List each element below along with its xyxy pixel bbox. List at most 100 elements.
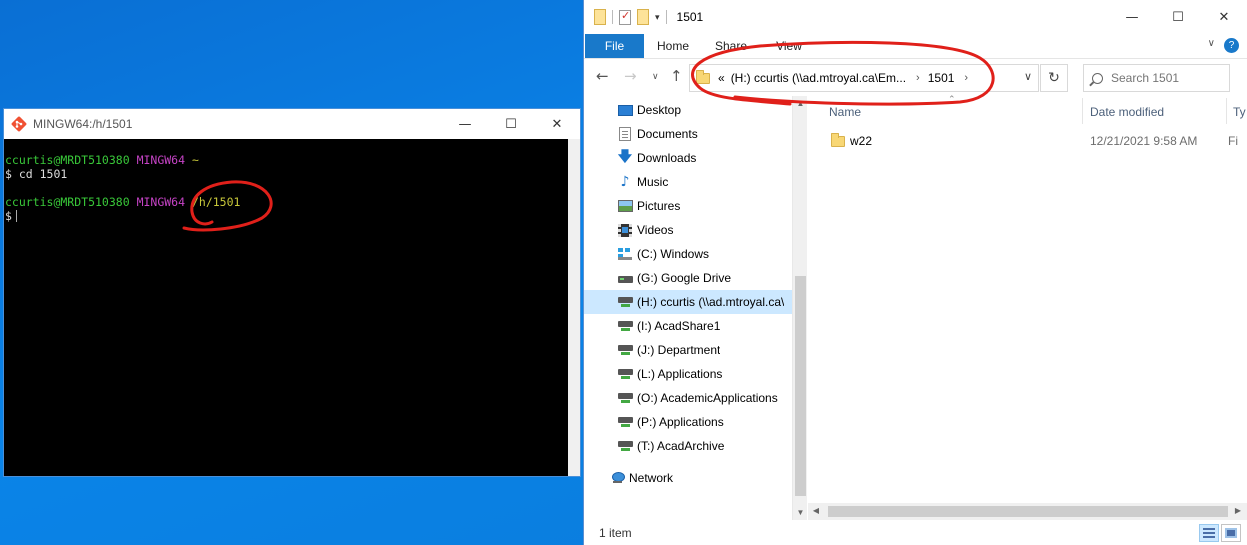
nav-item-g-drive[interactable]: (G:) Google Drive: [584, 266, 792, 290]
file-date: 12/21/2021 9:58 AM: [1090, 134, 1198, 148]
file-name: w22: [850, 134, 873, 148]
nav-item-pictures[interactable]: Pictures: [584, 194, 792, 218]
details-view-button[interactable]: [1199, 524, 1219, 542]
terminal-output[interactable]: ccurtis@MRDT510380 MINGW64 ~ $ cd 1501 ccu…: [4, 139, 568, 476]
nav-item-i-drive[interactable]: (I:) AcadShare1: [584, 314, 792, 338]
window-title: 1501: [676, 10, 704, 24]
tab-share[interactable]: Share: [702, 34, 760, 58]
documents-icon: [619, 127, 631, 141]
scroll-up-icon[interactable]: ▲: [793, 99, 808, 108]
back-arrow-icon[interactable]: ←: [596, 67, 609, 85]
nav-item-t-drive[interactable]: (T:) AcadArchive: [584, 434, 792, 458]
close-icon[interactable]: ✕: [534, 109, 580, 139]
network-drive-icon: [617, 416, 633, 428]
nav-item-downloads[interactable]: 🡇 Downloads: [584, 146, 792, 170]
breadcrumb-drive[interactable]: (H:) ccurtis (\\ad.mtroyal.ca\Em...: [731, 71, 906, 85]
address-bar[interactable]: « (H:) ccurtis (\\ad.mtroyal.ca\Em... › …: [689, 64, 1039, 92]
new-folder-icon[interactable]: [637, 9, 649, 25]
scroll-right-icon[interactable]: ▶: [1233, 506, 1243, 515]
desktop-icon: [617, 104, 633, 116]
refresh-button[interactable]: ↻: [1040, 64, 1068, 92]
search-box[interactable]: [1083, 64, 1230, 92]
explorer-titlebar[interactable]: ▾ 1501 — ☐ ✕: [584, 0, 1247, 34]
column-date-modified[interactable]: Date modified: [1090, 105, 1164, 119]
scrollbar-thumb[interactable]: [828, 506, 1228, 517]
chevron-down-icon[interactable]: ∨: [1024, 70, 1032, 83]
prompt-user: ccurtis@MRDT510380: [5, 195, 130, 209]
minimize-icon[interactable]: —: [442, 109, 488, 139]
terminal-line: $ cd 1501: [5, 167, 68, 181]
nav-item-l-drive[interactable]: (L:) Applications: [584, 362, 792, 386]
file-list: ⌃ Name Date modified Ty w22 12/21/2021 9…: [808, 94, 1247, 520]
nav-item-music[interactable]: ♪ Music: [584, 170, 792, 194]
large-icons-icon: [1225, 528, 1237, 538]
drive-icon: [617, 275, 633, 283]
network-drive-icon: [617, 368, 633, 380]
text-cursor: [15, 210, 17, 222]
prompt-path: ~: [191, 153, 199, 167]
nav-item-o-drive[interactable]: (O:) AcademicApplications: [584, 386, 792, 410]
network-drive-icon: [617, 344, 633, 356]
network-icon: [610, 472, 625, 484]
navigation-pane: Desktop Documents 🡇 Downloads ♪ Music Pict…: [584, 96, 792, 520]
breadcrumb-1501[interactable]: 1501: [928, 71, 955, 85]
chevron-right-icon[interactable]: ›: [964, 72, 968, 84]
up-arrow-icon[interactable]: ↑: [670, 67, 683, 85]
folder-icon: [831, 133, 845, 147]
prompt-symbol: $: [5, 209, 12, 223]
column-type[interactable]: Ty: [1233, 105, 1246, 119]
search-input[interactable]: [1111, 71, 1221, 85]
nav-item-documents[interactable]: Documents: [584, 122, 792, 146]
horizontal-scrollbar[interactable]: ◀ ▶: [808, 503, 1247, 520]
nav-item-j-drive[interactable]: (J:) Department: [584, 338, 792, 362]
help-icon[interactable]: ?: [1224, 38, 1239, 53]
scroll-left-icon[interactable]: ◀: [811, 506, 821, 515]
column-name[interactable]: Name: [829, 105, 861, 119]
scroll-down-icon[interactable]: ▼: [793, 508, 808, 517]
recent-locations-icon[interactable]: ∨: [652, 72, 659, 82]
item-count: 1 item: [599, 525, 632, 540]
scrollbar-thumb[interactable]: [795, 276, 806, 496]
terminal-titlebar[interactable]: MINGW64:/h/1501 — ☐ ✕: [4, 109, 580, 139]
network-drive-icon: [617, 320, 633, 332]
maximize-icon[interactable]: ☐: [1155, 0, 1201, 34]
forward-arrow-icon[interactable]: →: [624, 67, 637, 85]
prompt-path: /h/1501: [191, 195, 241, 209]
ribbon-tabs: File Home Share View ∨ ?: [584, 34, 1247, 58]
customize-toolbar-icon[interactable]: ▾: [655, 12, 660, 23]
minimize-icon[interactable]: —: [1109, 0, 1155, 34]
chevron-right-icon[interactable]: ›: [916, 72, 920, 84]
network-drive-icon: [617, 440, 633, 452]
properties-icon[interactable]: [619, 9, 631, 25]
nav-item-p-drive[interactable]: (P:) Applications: [584, 410, 792, 434]
navigation-pane-scrollbar[interactable]: ▲ ▼: [792, 96, 807, 520]
prompt-user: ccurtis@MRDT510380: [5, 153, 130, 167]
nav-item-desktop[interactable]: Desktop: [584, 98, 792, 122]
folder-icon: [696, 69, 710, 84]
search-icon: [1092, 72, 1103, 84]
expand-ribbon-icon[interactable]: ∨: [1208, 38, 1215, 49]
navigation-bar: ← → ∨ ↑ « (H:) ccurtis (\\ad.mtroyal.ca\…: [584, 58, 1247, 96]
maximize-icon[interactable]: ☐: [488, 109, 534, 139]
close-icon[interactable]: ✕: [1201, 0, 1247, 34]
tab-file[interactable]: File: [585, 34, 644, 58]
terminal-title: MINGW64:/h/1501: [33, 117, 133, 131]
tab-view[interactable]: View: [760, 34, 818, 58]
table-row[interactable]: w22 12/21/2021 9:58 AM Fi: [808, 128, 1247, 152]
quick-access-toolbar: ▾: [594, 9, 667, 25]
terminal-line: ccurtis@MRDT510380 MINGW64 /h/1501: [5, 195, 568, 209]
terminal-scrollbar[interactable]: [568, 139, 580, 476]
large-icons-view-button[interactable]: [1221, 524, 1241, 542]
nav-item-c-drive[interactable]: (C:) Windows: [584, 242, 792, 266]
tab-home[interactable]: Home: [644, 34, 702, 58]
nav-item-network[interactable]: Network: [584, 466, 792, 490]
terminal-window: MINGW64:/h/1501 — ☐ ✕ ccurtis@MRDT510380…: [3, 108, 581, 477]
nav-item-videos[interactable]: Videos: [584, 218, 792, 242]
address-overflow[interactable]: «: [718, 71, 725, 85]
prompt-env: MINGW64: [136, 195, 186, 209]
nav-item-h-drive[interactable]: (H:) ccurtis (\\ad.mtroyal.ca\: [584, 290, 792, 314]
details-view-icon: [1203, 528, 1215, 538]
file-type: Fi: [1228, 134, 1238, 148]
terminal-line: $: [5, 209, 568, 223]
sort-ascending-icon: ⌃: [948, 94, 956, 104]
